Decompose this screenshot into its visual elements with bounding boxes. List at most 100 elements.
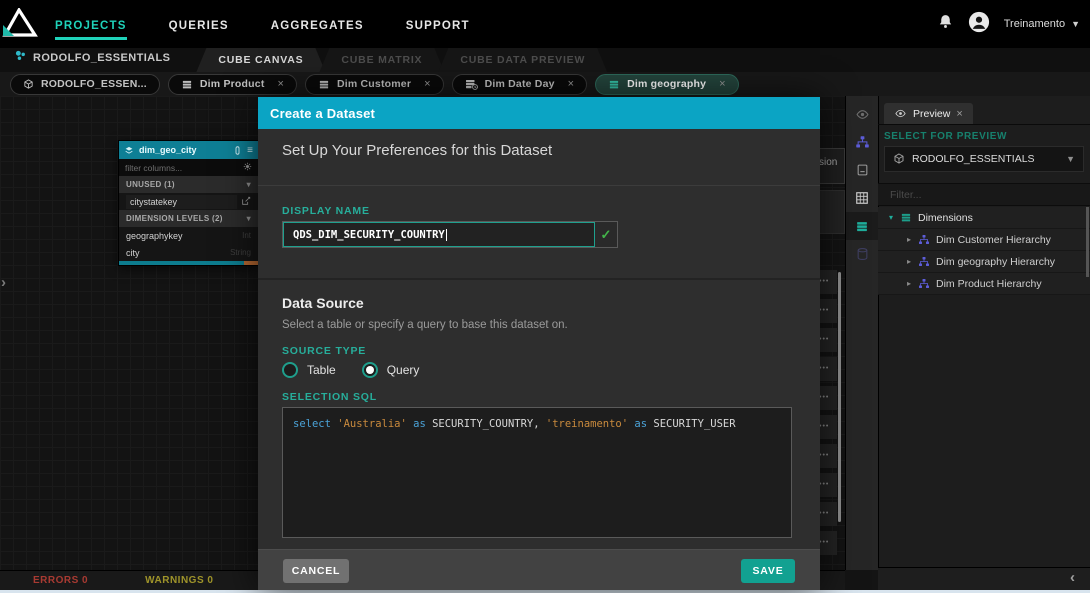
gear-icon[interactable]	[243, 162, 252, 173]
radio-label: Query	[387, 363, 420, 377]
chip-close-icon[interactable]: ×	[424, 78, 430, 90]
sql-token: select	[293, 418, 337, 430]
field-name: geographykey	[126, 231, 183, 241]
card-horizontal-scrollbar[interactable]	[119, 261, 258, 265]
card-field-geographykey[interactable]: geographykey Int	[119, 227, 258, 244]
user-caret-icon[interactable]: ▼	[1071, 19, 1080, 29]
card-section-dimension-levels[interactable]: DIMENSION LEVELS (2) ▾	[119, 210, 258, 227]
divider	[878, 124, 1090, 125]
main-nav-items: PROJECTS QUERIES AGGREGATES SUPPORT	[55, 3, 470, 46]
chip-dim-geography[interactable]: Dim geography ×	[595, 74, 738, 95]
chip-close-icon[interactable]: ×	[719, 78, 725, 90]
chip-label: Dim Product	[200, 78, 265, 90]
panel-footer	[878, 567, 1090, 590]
chevron-down-icon[interactable]: ▾	[247, 214, 251, 223]
warnings-count[interactable]: WARNINGS 0	[145, 575, 213, 586]
chip-dim-date-day[interactable]: Dim Date Day ×	[452, 74, 588, 95]
nav-item-support[interactable]: SUPPORT	[406, 3, 470, 46]
radio-table[interactable]: Table	[282, 362, 336, 378]
tab-cube-canvas[interactable]: CUBE CANVAS	[196, 48, 325, 72]
modal-heading: Set Up Your Preferences for this Dataset	[282, 142, 552, 159]
nav-item-queries[interactable]: QUERIES	[169, 3, 229, 46]
field-name: citystatekey	[126, 195, 237, 209]
filter-placeholder: filter columns...	[125, 163, 243, 173]
selection-sql-label: SELECTION SQL	[282, 391, 377, 403]
project-breadcrumb[interactable]: RODOLFO_ESSENTIALS	[14, 49, 170, 72]
app-root: PROJECTS QUERIES AGGREGATES SUPPORT Trei…	[0, 0, 1090, 593]
collapse-panel-icon[interactable]: ‹	[1070, 569, 1075, 586]
grid-icon[interactable]	[846, 184, 879, 212]
card-filter-columns-input[interactable]: filter columns...	[119, 159, 258, 176]
chip-close-icon[interactable]: ×	[278, 78, 284, 90]
hierarchy-icon[interactable]	[846, 128, 879, 156]
hierarchy-icon	[918, 256, 930, 268]
cube-icon	[893, 153, 905, 165]
tab-cube-matrix[interactable]: CUBE MATRIX	[319, 48, 444, 72]
notifications-bell-icon[interactable]	[937, 13, 954, 35]
tree-label: Dim Product Hierarchy	[936, 278, 1042, 290]
nav-item-aggregates[interactable]: AGGREGATES	[271, 3, 364, 46]
caret-collapsed-icon[interactable]: ▸	[904, 235, 914, 244]
caret-expanded-icon[interactable]: ▾	[886, 213, 896, 222]
caret-collapsed-icon[interactable]: ▸	[904, 279, 914, 288]
chip-close-icon[interactable]: ×	[568, 78, 574, 90]
scrollbar-marker	[244, 261, 258, 265]
chip-dim-customer[interactable]: Dim Customer ×	[305, 74, 444, 95]
source-type-label: SOURCE TYPE	[282, 345, 366, 357]
dimension-filter-field	[878, 183, 1090, 206]
errors-count[interactable]: ERRORS 0	[33, 575, 88, 586]
user-menu[interactable]: Treinamento	[1004, 18, 1065, 30]
radio-circle-icon[interactable]	[362, 362, 378, 378]
tab-label: Preview	[913, 108, 950, 120]
layers-icon	[124, 145, 134, 155]
hierarchy-icon	[918, 234, 930, 246]
edit-icon[interactable]	[241, 196, 251, 208]
hierarchy-icon	[918, 278, 930, 290]
display-name-field-group: QDS_DIM_SECURITY_COUNTRY ✓	[282, 221, 618, 248]
dropdown-value: RODOLFO_ESSENTIALS	[912, 153, 1059, 165]
tree-label: Dimensions	[918, 212, 973, 224]
atscale-logo-icon[interactable]	[2, 8, 38, 43]
sql-token: SECURITY_USER	[653, 418, 735, 430]
card-section-unused[interactable]: UNUSED (1) ▾	[119, 176, 258, 193]
dataset-card-dim-geo-city[interactable]: dim_geo_city ≡ filter columns... UNUSED …	[118, 140, 259, 266]
preview-cube-dropdown[interactable]: RODOLFO_ESSENTIALS ▼	[884, 146, 1084, 172]
rows-icon[interactable]	[846, 212, 879, 240]
caret-collapsed-icon[interactable]: ▸	[904, 257, 914, 266]
nav-item-projects[interactable]: PROJECTS	[55, 3, 127, 46]
data-source-description: Select a table or specify a query to bas…	[282, 319, 568, 331]
tree-node-dimensions[interactable]: ▾ Dimensions	[878, 207, 1090, 229]
tree-node-dim-product-hierarchy[interactable]: ▸ Dim Product Hierarchy	[878, 273, 1090, 295]
card-field-city[interactable]: city String	[119, 244, 258, 261]
left-panel-expander[interactable]: ›	[1, 274, 6, 291]
radio-circle-icon[interactable]	[282, 362, 298, 378]
close-icon[interactable]: ×	[956, 108, 962, 120]
user-avatar[interactable]	[968, 11, 990, 38]
panel-scrollbar[interactable]	[1086, 207, 1089, 277]
radio-query[interactable]: Query	[362, 362, 420, 378]
dataset-card-header[interactable]: dim_geo_city ≡	[119, 141, 258, 159]
card-field-citystatekey[interactable]: citystatekey	[119, 193, 258, 210]
database-icon[interactable]	[846, 240, 879, 268]
scrollbar-thumb[interactable]	[119, 261, 244, 265]
tab-cube-data-preview[interactable]: CUBE DATA PREVIEW	[438, 48, 607, 72]
hidden-table-scrollbar[interactable]	[838, 272, 841, 522]
divider	[258, 278, 820, 280]
notes-icon[interactable]	[846, 156, 879, 184]
tree-node-dim-customer-hierarchy[interactable]: ▸ Dim Customer Hierarchy	[878, 229, 1090, 251]
sql-token: 'treinamento'	[546, 418, 635, 430]
chip-dim-product[interactable]: Dim Product ×	[168, 74, 297, 95]
table-icon	[608, 79, 620, 90]
card-menu-icon[interactable]: ≡	[247, 145, 253, 156]
filter-input[interactable]	[878, 184, 1090, 205]
selection-sql-editor[interactable]: select 'Australia' as SECURITY_COUNTRY, …	[282, 407, 792, 538]
chip-project[interactable]: RODOLFO_ESSEN...	[10, 74, 160, 95]
save-button[interactable]: SAVE	[741, 559, 795, 583]
tab-preview[interactable]: Preview ×	[884, 103, 973, 124]
cancel-button[interactable]: CANCEL	[283, 559, 349, 583]
eye-icon[interactable]	[846, 100, 879, 128]
chevron-down-icon[interactable]: ▾	[247, 180, 251, 189]
tree-node-dim-geography-hierarchy[interactable]: ▸ Dim geography Hierarchy	[878, 251, 1090, 273]
column-pill-icon[interactable]	[233, 145, 242, 156]
display-name-input[interactable]: QDS_DIM_SECURITY_COUNTRY	[283, 222, 595, 247]
